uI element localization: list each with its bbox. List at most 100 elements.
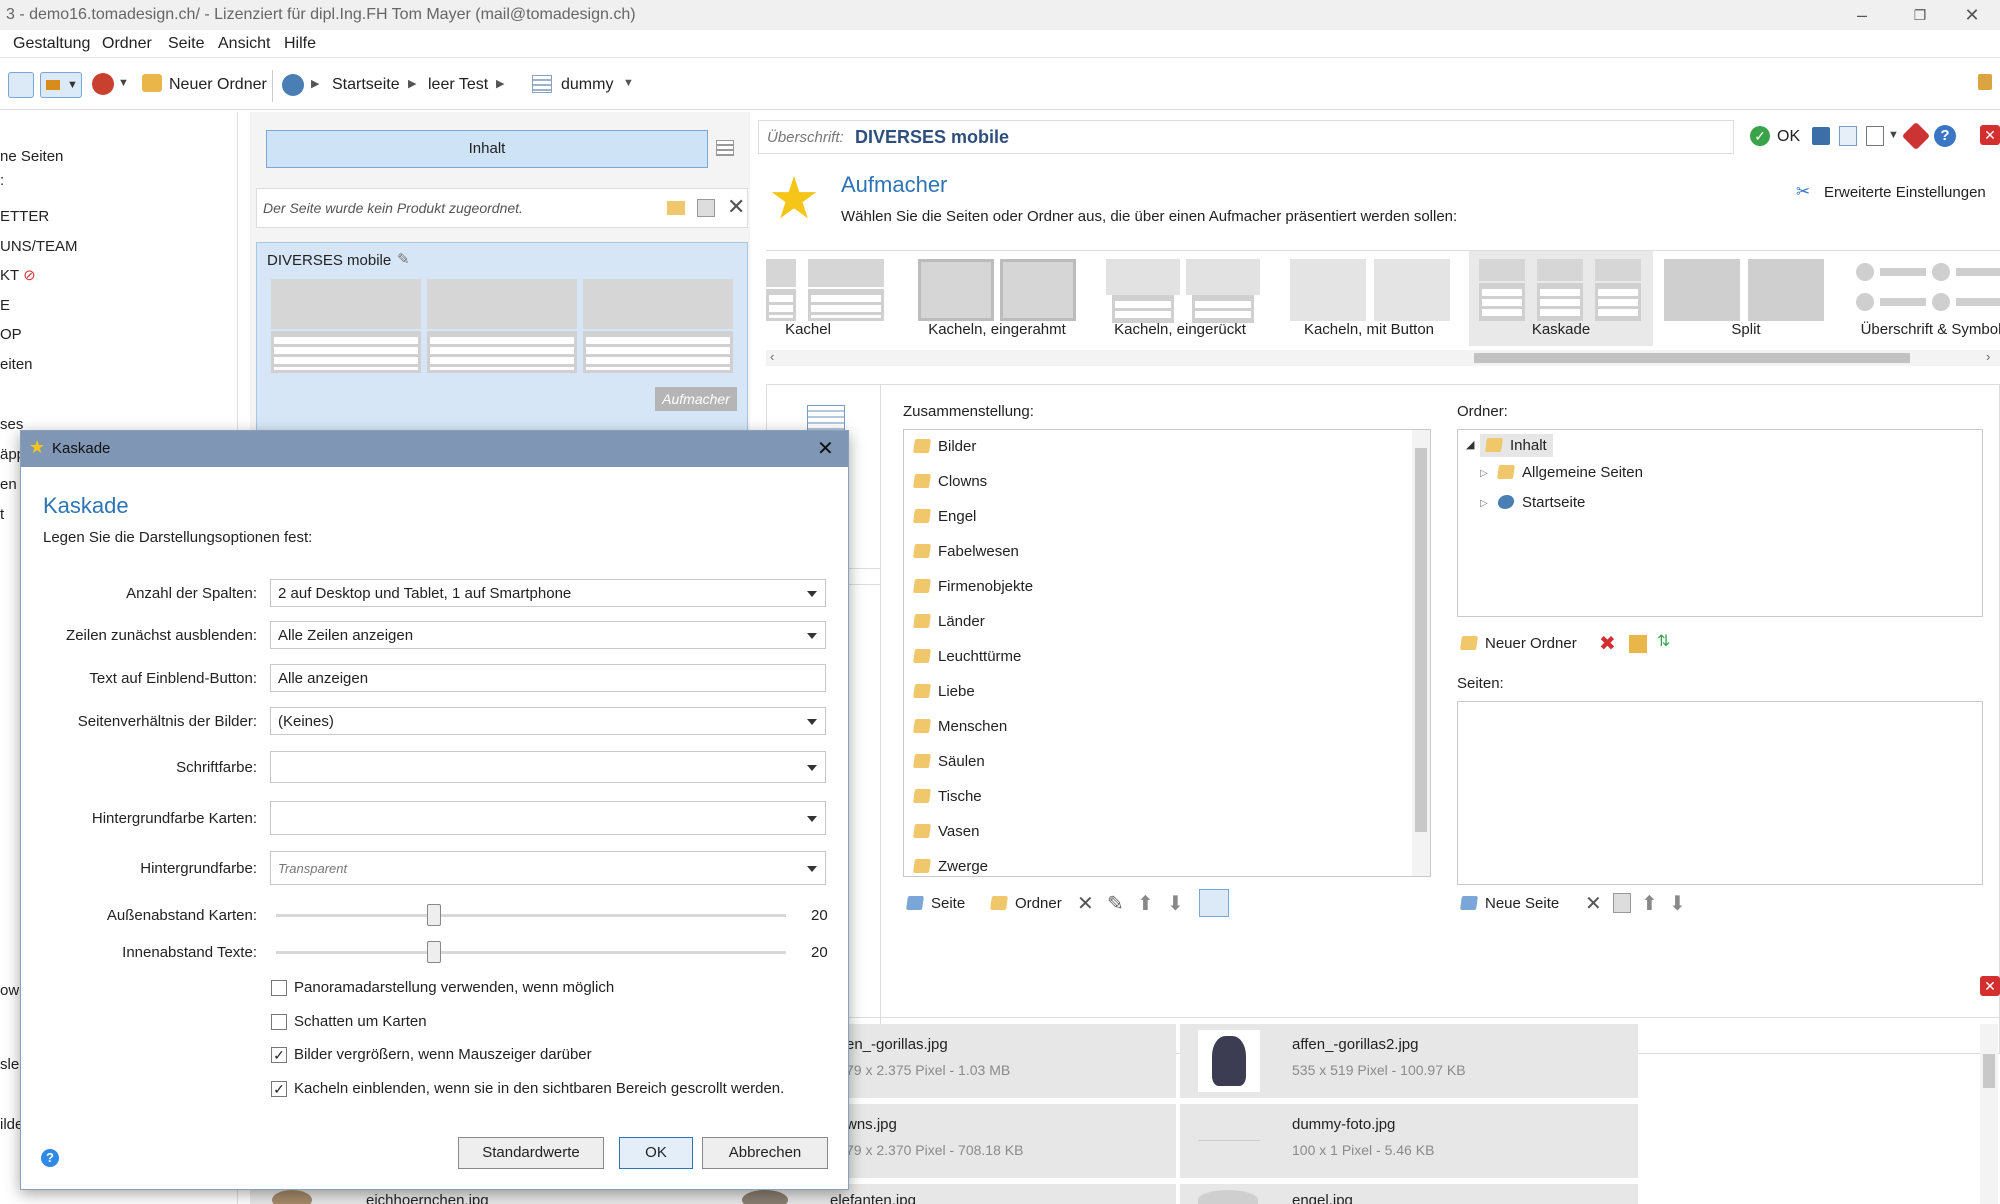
font-color-select[interactable] xyxy=(270,751,826,783)
menu-seite[interactable]: Seite xyxy=(168,35,204,53)
sort-icon[interactable]: ⇅ xyxy=(1657,631,1670,651)
new-folder-icon[interactable] xyxy=(142,74,162,92)
menu-hilfe[interactable]: Hilfe xyxy=(284,35,316,53)
list-view-icon[interactable] xyxy=(716,140,734,156)
list-item[interactable]: Menschen xyxy=(913,718,1007,735)
save-icon[interactable] xyxy=(1812,127,1830,145)
list-item[interactable]: Bilder xyxy=(913,438,976,455)
breadcrumb-leer-test[interactable]: leer Test xyxy=(428,76,488,94)
ok-check-icon[interactable]: ✓ xyxy=(1750,126,1770,146)
edit-icon[interactable] xyxy=(1866,126,1884,146)
button-text-input[interactable]: Alle anzeigen xyxy=(270,664,826,692)
maximize-icon[interactable]: ❐ xyxy=(1900,2,1940,28)
nav-item[interactable]: ne Seiten xyxy=(0,148,63,165)
arrow-up-icon[interactable]: ⬆ xyxy=(1137,891,1154,916)
pencil-icon[interactable]: ✎ xyxy=(397,250,410,268)
layout-ueberschrift-symbol[interactable]: Überschrift & Symbol xyxy=(1846,251,2000,346)
file-item[interactable]: wns.jpg 79 x 2.370 Pixel - 708.18 KB xyxy=(820,1104,1176,1178)
new-folder-button[interactable]: Neuer Ordner xyxy=(169,76,267,94)
zoom-checkbox[interactable]: ✓ xyxy=(271,1047,287,1063)
expand-icon[interactable]: ▷ xyxy=(1480,468,1488,479)
list-item[interactable]: Fabelwesen xyxy=(913,543,1019,560)
minimize-icon[interactable]: – xyxy=(1842,2,1882,28)
collapse-icon[interactable]: ◢ xyxy=(1466,438,1474,451)
scrollbar-thumb[interactable] xyxy=(1474,353,1910,363)
pencil-icon[interactable]: ✎ xyxy=(1107,891,1124,916)
nav-item[interactable]: sle xyxy=(0,1056,19,1073)
file-item[interactable]: engel.jpg xyxy=(1180,1184,1638,1204)
layout-kacheln-eingerueckt[interactable]: Kacheln, eingerückt xyxy=(1100,251,1260,346)
expand-icon[interactable]: ▷ xyxy=(1480,498,1488,509)
advanced-settings-link[interactable]: Erweiterte Einstellungen xyxy=(1824,184,1986,201)
scrollbar-thumb[interactable] xyxy=(1983,1054,1995,1088)
aspect-ratio-select[interactable]: (Keines) xyxy=(270,707,826,735)
compilation-list[interactable]: Bilder Clowns Engel Fabelwesen Firmenobj… xyxy=(903,429,1431,877)
layout-kaskade[interactable]: Kaskade xyxy=(1469,251,1653,346)
folder-copy-icon[interactable] xyxy=(1629,635,1647,653)
nav-item[interactable]: E xyxy=(0,297,10,314)
list-scrollbar[interactable] xyxy=(1412,430,1430,876)
panorama-checkbox[interactable] xyxy=(271,980,287,996)
delete-folder-icon[interactable]: ✖ xyxy=(1599,631,1616,656)
ok-button[interactable]: OK xyxy=(1777,128,1800,146)
nav-item[interactable]: t xyxy=(0,506,4,523)
help-icon[interactable]: ? xyxy=(1934,125,1956,147)
new-folder-button[interactable]: Neuer Ordner xyxy=(1460,635,1577,652)
layers-icon[interactable] xyxy=(1901,121,1931,151)
tools-icon[interactable]: ✂ xyxy=(1796,182,1810,202)
nav-item[interactable]: en xyxy=(0,476,17,493)
globe-icon[interactable] xyxy=(282,74,304,96)
list-item[interactable]: Firmenobjekte xyxy=(913,578,1033,595)
list-item[interactable]: Clowns xyxy=(913,473,987,490)
add-folder-button[interactable]: Ordner xyxy=(990,895,1062,912)
arrow-down-icon[interactable]: ⬇ xyxy=(1167,891,1184,916)
copy-icon[interactable] xyxy=(697,199,715,217)
layout-kachel[interactable]: Kachel xyxy=(766,251,886,346)
fade-in-checkbox[interactable]: ✓ xyxy=(271,1081,287,1097)
content-button[interactable]: Inhalt xyxy=(266,130,708,168)
card-bg-select[interactable] xyxy=(270,801,826,835)
preview-icon[interactable] xyxy=(1839,126,1857,146)
slider-knob[interactable] xyxy=(427,904,442,926)
chevron-down-icon[interactable]: ▼ xyxy=(118,77,129,89)
heading-field[interactable]: Überschrift: DIVERSES mobile xyxy=(758,120,1734,154)
nav-item[interactable]: ow xyxy=(0,982,19,999)
ok-button[interactable]: OK xyxy=(619,1137,693,1169)
list-item[interactable]: Tische xyxy=(913,788,982,805)
tree-item-inhalt[interactable]: Inhalt xyxy=(1480,434,1553,457)
menu-gestaltung[interactable]: Gestaltung xyxy=(13,35,90,53)
remove-icon[interactable]: ✕ xyxy=(1077,891,1094,916)
menu-ansicht[interactable]: Ansicht xyxy=(218,35,270,53)
slider-knob[interactable] xyxy=(427,941,442,963)
nav-item[interactable]: KT ⊘ xyxy=(0,266,36,284)
nav-item[interactable]: ETTER xyxy=(0,208,49,225)
breadcrumb-startseite[interactable]: Startseite xyxy=(332,76,400,94)
layout-dropdown-icon[interactable]: ▼ xyxy=(40,72,82,98)
arrow-down-icon[interactable]: ⬇ xyxy=(1669,891,1686,916)
chevron-left-icon[interactable]: ‹ xyxy=(770,349,774,364)
list-item[interactable]: Vasen xyxy=(913,823,979,840)
nav-item[interactable]: OP xyxy=(0,326,22,343)
nav-item[interactable]: eiten xyxy=(0,356,33,373)
dialog-close-icon[interactable]: ✕ xyxy=(817,436,834,461)
list-item[interactable]: Liebe xyxy=(913,683,975,700)
list-item[interactable]: Säulen xyxy=(913,753,985,770)
add-page-button[interactable]: Seite xyxy=(906,895,965,912)
breadcrumb-dummy[interactable]: dummy xyxy=(561,76,613,94)
chevron-right-icon[interactable]: › xyxy=(1986,349,1990,364)
help-icon[interactable]: ? xyxy=(41,1149,59,1167)
nav-item[interactable]: : xyxy=(0,172,4,189)
tree-item-allgemeine-seiten[interactable]: Allgemeine Seiten xyxy=(1497,464,1643,481)
list-item[interactable]: Engel xyxy=(913,508,976,525)
list-item[interactable]: Leuchttürme xyxy=(913,648,1021,665)
product-icon[interactable] xyxy=(667,201,685,215)
delete-icon[interactable]: ✕ xyxy=(727,194,745,220)
copy-icon[interactable] xyxy=(1613,893,1631,913)
layout-scrollbar[interactable]: ‹ › xyxy=(766,349,2000,366)
layout-kacheln-eingerahmt[interactable]: Kacheln, eingerahmt xyxy=(912,251,1082,346)
tree-item-startseite[interactable]: Startseite xyxy=(1497,494,1585,511)
outer-spacing-slider[interactable] xyxy=(276,904,786,926)
remove-icon[interactable]: ✕ xyxy=(1585,891,1602,916)
file-item[interactable]: dummy-foto.jpg 100 x 1 Pixel - 5.46 KB xyxy=(1180,1104,1638,1178)
defaults-button[interactable]: Standardwerte xyxy=(458,1137,604,1169)
